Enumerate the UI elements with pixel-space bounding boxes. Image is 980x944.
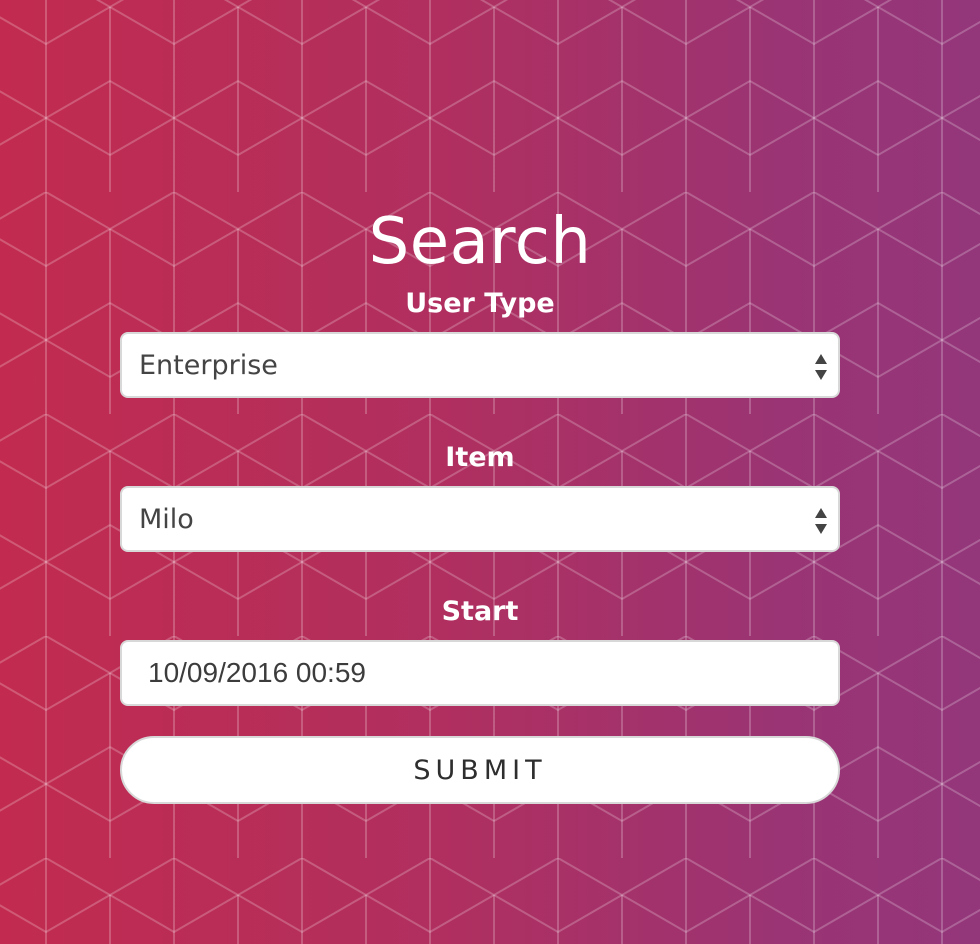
user-type-select[interactable]: Enterprise [120,332,840,398]
start-datetime-input[interactable]: 10/09/2016 00:59 [120,640,840,706]
page-title: Search [368,205,592,279]
user-type-value: Enterprise [139,349,278,381]
submit-button[interactable]: SUBMIT [120,736,840,804]
item-select[interactable]: Milo [120,486,840,552]
select-arrows-icon [815,354,827,380]
search-form: Search User Type Enterprise Item Milo St… [120,200,840,804]
item-value: Milo [139,503,194,535]
user-type-label: User Type [405,288,555,319]
item-label: Item [445,442,515,473]
start-datetime-value: 10/09/2016 00:59 [148,657,366,688]
start-label: Start [441,596,519,627]
select-arrows-icon [815,508,827,534]
